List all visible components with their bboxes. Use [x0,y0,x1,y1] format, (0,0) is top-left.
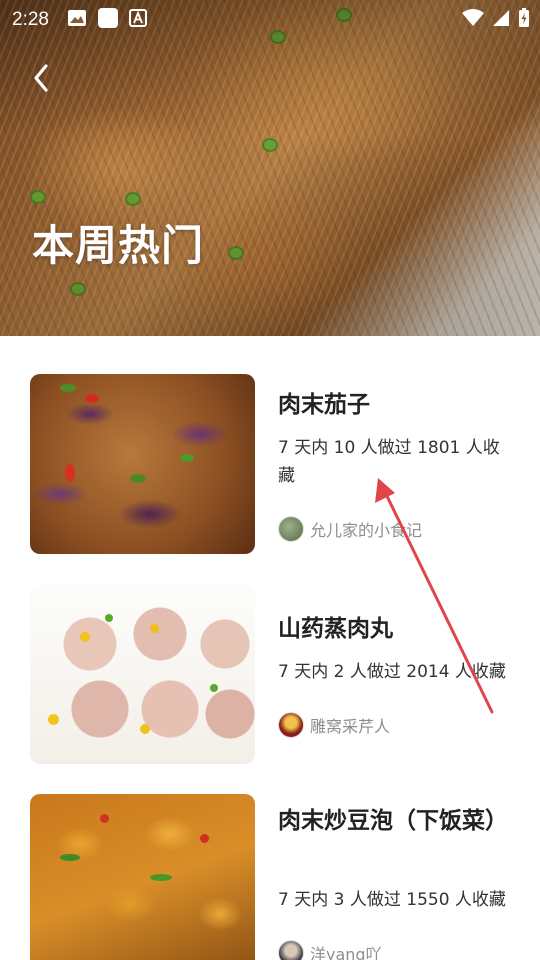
author-name[interactable]: 雕窝采芹人 [310,713,390,737]
scallion-piece [60,854,80,861]
status-time: 2:28 [12,9,49,30]
recipe-title[interactable]: 肉末茄子 [278,388,518,422]
scallion-piece [60,384,76,392]
hero-overlay [0,0,540,336]
recipe-title[interactable]: 肉末炒豆泡（下饭菜） [278,804,518,838]
avatar[interactable] [278,940,304,960]
square-icon [97,7,119,33]
battery-charging-icon [518,8,530,32]
recipe-author[interactable]: 允儿家的小食记 [278,516,422,542]
recipe-thumbnail[interactable] [30,374,255,554]
recipe-title[interactable]: 山药蒸肉丸 [278,612,518,646]
font-icon [128,9,147,31]
back-button[interactable] [22,58,62,98]
scallion-piece [180,454,194,462]
recipe-card[interactable]: 山药蒸肉丸 7 天内 2 人做过 2014 人收藏 雕窝采芹人 [30,584,520,764]
recipe-list: 肉末茄子 7 天内 10 人做过 1801 人收藏 允儿家的小食记 山药蒸肉丸 … [0,336,540,960]
recipe-thumbnail[interactable] [30,794,255,960]
recipe-stats: 7 天内 10 人做过 1801 人收藏 [278,438,500,486]
author-name[interactable]: 洋yang吖 [310,941,382,960]
chili-piece [65,464,75,482]
corn-piece [48,714,59,725]
wifi-icon [462,9,484,31]
scallion-piece [150,874,172,881]
signal-icon [492,9,510,31]
recipe-thumbnail[interactable] [30,584,255,764]
chili-piece [85,394,99,403]
corn-piece [80,632,90,642]
corn-piece [140,724,150,734]
scallion-piece [210,684,218,692]
chevron-left-icon [22,64,62,102]
recipe-author[interactable]: 雕窝采芹人 [278,712,390,738]
chili-piece [100,814,109,823]
avatar[interactable] [278,516,304,542]
scallion-piece [130,474,146,483]
status-bar: 2:28 [0,0,540,40]
hero-banner [0,0,540,336]
corn-piece [150,624,159,633]
scallion-piece [105,614,113,622]
author-name[interactable]: 允儿家的小食记 [310,517,422,541]
recipe-stats: 7 天内 3 人做过 1550 人收藏 [278,890,506,910]
recipe-card[interactable]: 肉末炒豆泡（下饭菜） 7 天内 3 人做过 1550 人收藏 洋yang吖 [30,794,520,960]
recipe-author[interactable]: 洋yang吖 [278,940,382,960]
image-icon [67,9,87,31]
recipe-card[interactable]: 肉末茄子 7 天内 10 人做过 1801 人收藏 允儿家的小食记 [30,374,520,554]
chili-piece [200,834,209,843]
page-title: 本周热门 [32,221,205,270]
avatar[interactable] [278,712,304,738]
recipe-stats: 7 天内 2 人做过 2014 人收藏 [278,662,506,682]
